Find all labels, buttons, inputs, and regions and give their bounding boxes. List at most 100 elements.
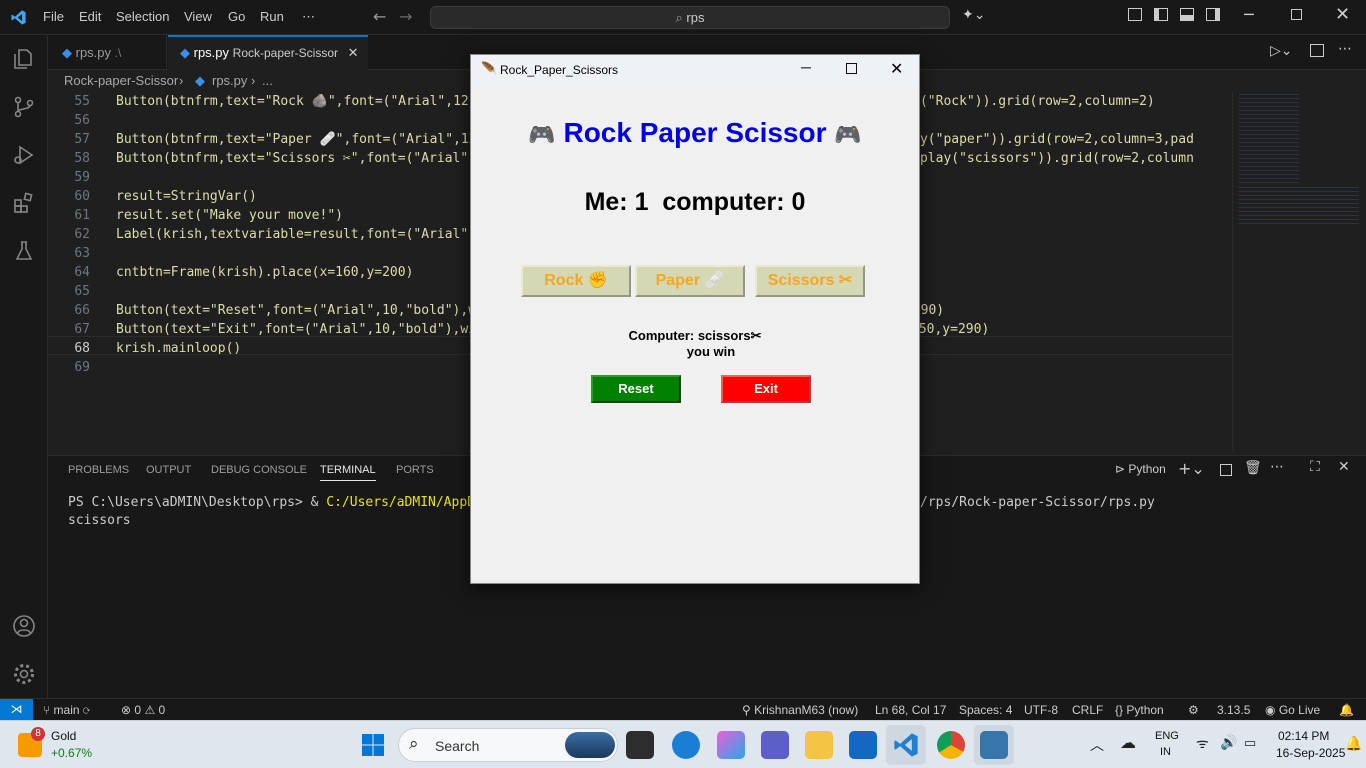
user-status[interactable]: ⚲ KrishnanM63 (now) <box>742 703 858 717</box>
branch-status[interactable]: ⑂ main ⟳ <box>43 703 90 717</box>
python-tk-icon[interactable] <box>980 731 1008 759</box>
chevron-up-icon[interactable]: ︿ <box>1090 735 1104 755</box>
stock-name[interactable]: Gold <box>51 729 76 743</box>
split-editor-icon[interactable] <box>1310 44 1324 57</box>
menu-file[interactable]: File <box>43 9 64 24</box>
menu-more[interactable]: ⋯ <box>302 9 315 25</box>
run-debug-icon[interactable] <box>12 143 36 167</box>
breadcrumb-file[interactable]: rps.py <box>212 73 247 88</box>
teams-icon[interactable] <box>761 731 789 759</box>
restore-icon[interactable] <box>1291 9 1302 20</box>
notification-center-icon[interactable]: 🔔 <box>1345 735 1362 752</box>
language-mode[interactable]: {} Python <box>1115 703 1164 717</box>
tab-rps-root[interactable]: ◆ rps.py .\ <box>48 35 167 70</box>
line-number: 66 <box>74 303 90 318</box>
explorer-icon[interactable] <box>12 47 36 71</box>
battery-icon[interactable]: ▭ <box>1244 735 1256 751</box>
manage-gear-icon[interactable] <box>12 662 36 686</box>
terminal-shell-selector[interactable]: ⊳ Python <box>1115 462 1166 476</box>
breadcrumb-more[interactable]: ... <box>262 73 273 88</box>
paper-button[interactable]: Paper 🩹 <box>635 265 745 297</box>
wifi-icon[interactable]: ᯤ <box>1196 734 1209 753</box>
task-view-icon[interactable] <box>626 731 654 759</box>
edge-browser-icon[interactable] <box>672 731 700 759</box>
line-ending[interactable]: CRLF <box>1072 703 1103 717</box>
copilot-icon[interactable]: ✦⌄ <box>962 7 985 23</box>
minimap[interactable] <box>1232 92 1366 450</box>
split-terminal-icon[interactable] <box>1220 464 1232 476</box>
trash-icon[interactable]: 🗑 <box>1244 460 1262 476</box>
back-arrow-icon[interactable]: ← <box>373 7 386 26</box>
menu-view[interactable]: View <box>184 9 212 24</box>
close-window-icon[interactable]: ✕ <box>1335 4 1350 25</box>
search-icon: ⌕ <box>409 734 419 753</box>
account-icon[interactable] <box>12 614 36 638</box>
vscode-logo-icon <box>11 10 26 25</box>
menu-go[interactable]: Go <box>228 9 245 24</box>
more-actions-icon[interactable]: ⋯ <box>1338 41 1352 57</box>
tab-rps-active[interactable]: ◆ rps.py Rock-paper-Scissor ✕ <box>168 35 368 70</box>
minimize-icon[interactable]: ─ <box>801 59 811 75</box>
breadcrumb-folder[interactable]: Rock-paper-Scissor <box>64 73 178 88</box>
copilot-app-icon[interactable] <box>717 731 745 759</box>
toggle-secondary-sidebar-icon[interactable] <box>1206 8 1220 21</box>
code-text-continued: da:play("paper")).grid(row=2,column=3,pa… <box>873 132 1194 147</box>
indentation[interactable]: Spaces: 4 <box>959 703 1012 717</box>
minimize-icon[interactable]: ─ <box>1244 5 1254 24</box>
braces-icon: {} <box>1115 703 1124 717</box>
tab-output[interactable]: OUTPUT <box>146 464 191 476</box>
tab-problems[interactable]: PROBLEMS <box>68 464 129 476</box>
tab-terminal[interactable]: TERMINAL <box>320 464 376 481</box>
tk-title-bar[interactable]: 🪶 Rock_Paper_Scissors ─ ✕ <box>471 55 919 85</box>
rock-button[interactable]: Rock ✊ <box>521 265 631 297</box>
maximize-panel-icon[interactable]: ⛶ <box>1310 459 1320 475</box>
menu-edit[interactable]: Edit <box>79 9 101 24</box>
clock-time[interactable]: 02:14 PM <box>1278 729 1329 743</box>
encoding[interactable]: UTF-8 <box>1024 703 1058 717</box>
cursor-position[interactable]: Ln 68, Col 17 <box>875 703 946 717</box>
microsoft-store-icon[interactable] <box>849 731 877 759</box>
close-tab-icon[interactable]: ✕ <box>348 45 359 60</box>
notifications-bell-icon[interactable]: 🔔 <box>1339 703 1354 717</box>
line-number: 61 <box>74 208 90 223</box>
file-explorer-icon[interactable] <box>805 731 833 759</box>
error-icon: ⊗ <box>121 703 132 717</box>
remote-icon[interactable]: ⋊ <box>0 699 33 721</box>
menu-run[interactable]: Run <box>260 9 284 24</box>
extensions-icon[interactable] <box>12 191 36 215</box>
reset-button[interactable]: Reset <box>591 375 681 403</box>
more-actions-icon[interactable]: ⋯ <box>1270 459 1284 475</box>
volume-icon[interactable]: 🔊 <box>1220 734 1237 751</box>
chrome-icon[interactable] <box>937 731 965 759</box>
menu-selection[interactable]: Selection <box>116 9 169 24</box>
run-file-icon[interactable]: ▷⌄ <box>1270 43 1293 59</box>
tab-debug-console[interactable]: DEBUG CONSOLE <box>211 464 307 476</box>
new-terminal-icon[interactable]: +⌄ <box>1178 459 1205 478</box>
vscode-taskbar-icon[interactable] <box>892 731 920 759</box>
line-number: 65 <box>74 284 90 299</box>
windows-start-icon[interactable] <box>361 733 385 757</box>
command-center-search[interactable]: ⌕ rps <box>430 6 950 29</box>
source-control-icon[interactable] <box>12 95 36 119</box>
python-version[interactable]: 3.13.5 <box>1217 703 1250 717</box>
toggle-sidebar-icon[interactable] <box>1154 8 1168 21</box>
python-env-icon[interactable]: ⚙ <box>1188 703 1199 717</box>
onedrive-cloud-icon[interactable]: ☁ <box>1120 733 1136 753</box>
language-indicator[interactable]: ENG <box>1155 730 1179 742</box>
forward-arrow-icon[interactable]: → <box>399 7 412 26</box>
close-window-icon[interactable]: ✕ <box>890 59 903 79</box>
terminal-line[interactable]: PS C:\Users\aDMIN\Desktop\rps> & C:/User… <box>68 495 1155 510</box>
testing-flask-icon[interactable] <box>12 239 36 263</box>
go-live-button[interactable]: ◉ Go Live <box>1265 703 1320 717</box>
layout-toggle-icon[interactable] <box>1128 8 1142 21</box>
toggle-panel-icon[interactable] <box>1180 8 1194 21</box>
tab-ports[interactable]: PORTS <box>396 464 434 476</box>
taskbar-search[interactable]: ⌕ Search <box>398 728 618 762</box>
maximize-icon[interactable] <box>846 63 857 74</box>
scissors-button[interactable]: Scissors ✂ <box>755 265 865 297</box>
exit-button[interactable]: Exit <box>721 375 811 403</box>
problems-status[interactable]: ⊗ 0 ⚠ 0 <box>121 703 165 717</box>
close-panel-icon[interactable]: ✕ <box>1338 459 1350 475</box>
code-text: cntbtn=Frame(krish).place(x=160,y=200) <box>116 265 414 280</box>
terminal-icon: ⊳ <box>1115 462 1126 476</box>
